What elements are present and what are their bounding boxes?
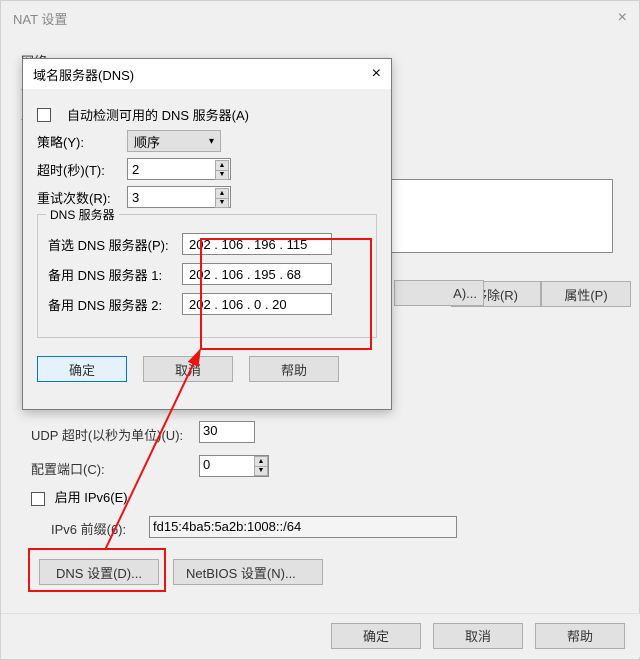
main-help-button[interactable]: 帮助 [535,623,625,649]
dns-settings-button[interactable]: DNS 设置(D)... [39,559,159,585]
dns-ok-button[interactable]: 确定 [37,356,127,382]
timeout-value: 2 [132,162,139,177]
config-port-spinner[interactable]: ▲ ▼ [254,456,268,476]
config-port-label: 配置端口(C): [31,459,105,478]
main-title: NAT 设置 [13,9,618,28]
ipv6-prefix-value: fd15:4ba5:5a2b:1008::/64 [153,519,301,534]
backup1-dns-label: 备用 DNS 服务器 1: [48,265,182,284]
timeout-label: 超时(秒)(T): [37,160,117,179]
udp-timeout-value: 30 [203,423,217,438]
ipv6-enable-row[interactable]: 启用 IPv6(E) [31,487,128,506]
retry-input[interactable]: 3 ▲ ▼ [127,186,231,208]
bottom-button-bar: 确定 取消 帮助 [1,613,640,657]
dns-servers-fieldset: DNS 服务器 首选 DNS 服务器(P): 202 . 106 . 196 .… [37,214,377,338]
dns-servers-legend: DNS 服务器 [46,206,119,223]
primary-dns-label: 首选 DNS 服务器(P): [48,235,182,254]
spinner-up-icon[interactable]: ▲ [216,189,228,199]
retry-label: 重试次数(R): [37,188,117,207]
spinner-down-icon[interactable]: ▼ [255,467,267,476]
dns-cancel-button[interactable]: 取消 [143,356,233,382]
policy-value: 顺序 [134,132,160,151]
spinner-up-icon[interactable]: ▲ [216,161,228,171]
policy-combo[interactable]: 顺序 ▾ [127,130,221,152]
ipv6-checkbox[interactable] [31,492,45,506]
spinner-down-icon[interactable]: ▼ [216,199,228,208]
backup2-dns-input[interactable]: 202 . 106 . 0 . 20 [182,293,332,315]
auto-detect-label: 自动检测可用的 DNS 服务器(A) [67,105,249,124]
config-port-value: 0 [203,457,210,472]
ipv6-prefix-label: IPv6 前缀(6): [51,519,126,538]
timeout-input[interactable]: 2 ▲ ▼ [127,158,231,180]
add-button[interactable]: A)... [394,280,484,306]
ipv6-checkbox-label: 启用 IPv6(E) [55,490,128,505]
timeout-spinner[interactable]: ▲ ▼ [215,160,229,180]
policy-label: 策略(Y): [37,132,117,151]
dns-dialog-title: 域名服务器(DNS) [33,65,372,84]
udp-timeout-label: UDP 超时(以秒为单位)(U): [31,425,183,444]
close-icon[interactable]: × [618,9,627,27]
dns-help-button[interactable]: 帮助 [249,356,339,382]
dns-dialog-titlebar: 域名服务器(DNS) × [23,59,391,89]
main-titlebar: NAT 设置 × [1,1,639,35]
retry-spinner[interactable]: ▲ ▼ [215,188,229,208]
auto-detect-row[interactable]: 自动检测可用的 DNS 服务器(A) [37,105,377,124]
retry-value: 3 [132,190,139,205]
backup2-dns-label: 备用 DNS 服务器 2: [48,295,182,314]
main-ok-button[interactable]: 确定 [331,623,421,649]
auto-detect-checkbox[interactable] [37,108,51,122]
spinner-up-icon[interactable]: ▲ [255,457,267,467]
dns-dialog: 域名服务器(DNS) × 自动检测可用的 DNS 服务器(A) 策略(Y): 顺… [22,58,392,410]
close-icon[interactable]: × [372,65,381,83]
backup1-dns-input[interactable]: 202 . 106 . 195 . 68 [182,263,332,285]
chevron-down-icon: ▾ [209,136,214,147]
properties-button[interactable]: 属性(P) [541,281,631,307]
netbios-settings-button[interactable]: NetBIOS 设置(N)... [173,559,323,585]
primary-dns-input[interactable]: 202 . 106 . 196 . 115 [182,233,332,255]
spinner-down-icon[interactable]: ▼ [216,171,228,180]
main-cancel-button[interactable]: 取消 [433,623,523,649]
